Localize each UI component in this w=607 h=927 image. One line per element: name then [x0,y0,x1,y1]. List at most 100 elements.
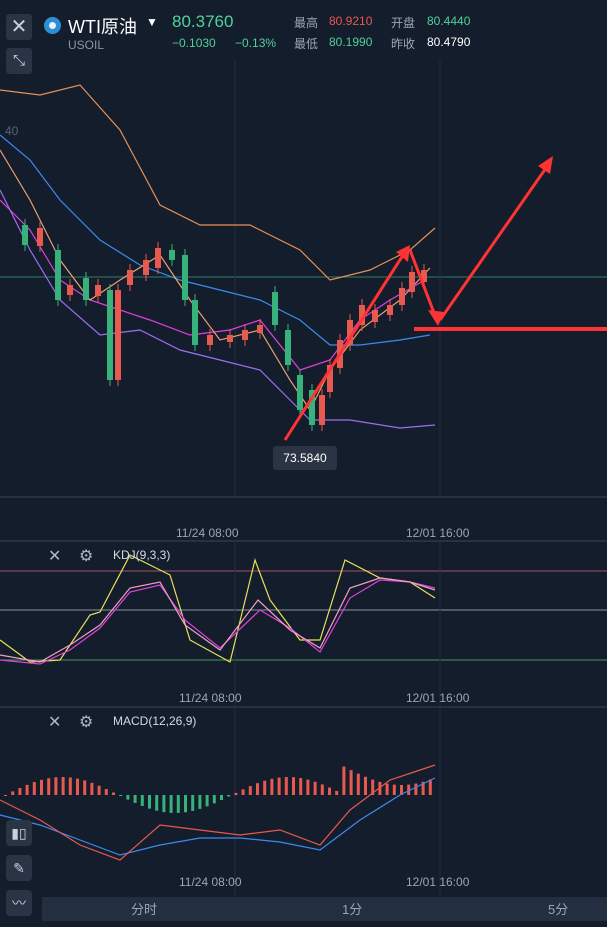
macd-bar [148,795,151,809]
candle [387,305,393,315]
timeframe-bar [42,897,607,921]
macd-bar [277,777,281,795]
macd-dif-line [0,777,436,856]
macd-bar [328,787,331,795]
prev-close-value: 80.4790 [427,35,471,49]
candle [67,285,73,295]
macd-bar [162,795,166,813]
macd-bar [256,783,259,795]
macd-bar [320,784,324,795]
macd-bar [356,773,360,795]
macd-bar [198,795,202,809]
gear-icon[interactable]: ⚙ [79,712,93,732]
macd-bar [133,795,137,803]
x-label-kdj-2: 12/01 16:00 [406,691,470,705]
candle [143,260,149,275]
macd-bar [76,778,79,795]
macd-bar [299,778,303,795]
macd-bar [205,795,209,807]
macd-bar [4,795,7,796]
macd-bar [119,795,123,797]
macd-bar [32,782,36,795]
symbol-name[interactable]: WTI原油 [68,13,137,39]
macd-bar [263,780,267,795]
macd-bar [47,778,51,795]
low-label: 最低 [294,37,319,51]
price-axis-label: 40 [5,124,19,138]
high-label: 最高 [294,16,319,30]
macd-bar [61,777,65,795]
macd-bar [414,783,418,795]
candle [115,290,121,380]
candlestick-tool-icon[interactable]: ▮▯ [6,820,32,846]
macd-bar [68,777,72,795]
macd-bar [234,792,238,795]
macd-bar [392,784,396,795]
macd-bar [140,795,144,807]
chevron-down-icon[interactable]: ▼ [146,15,158,29]
arrow-line [283,251,407,441]
macd-bar [169,795,173,813]
header: ✕ ⤡ WTI原油 ▼ USOIL 80.3760 −0.1030 −0.13%… [0,0,607,74]
candle [192,300,198,345]
symbol-code: USOIL [68,38,105,52]
macd-bar [335,790,339,795]
candle [285,330,291,365]
candle [399,288,405,305]
macd-bar [428,779,432,795]
macd-bar [83,780,87,795]
macd-bar [90,782,94,795]
candle [83,278,89,300]
macd-bar [126,795,130,800]
x-label-kdj-1: 11/24 08:00 [179,691,242,705]
candle [372,310,378,322]
x-label-macd-2: 12/01 16:00 [406,875,470,889]
pencil-icon[interactable]: ✎ [6,855,32,881]
arrow-line [438,167,548,321]
kdj-k-line [0,577,436,663]
tab-timeshare[interactable]: 分时 [131,899,157,918]
candle [127,270,133,285]
candle [297,375,303,410]
macd-bar [270,778,274,795]
last-price: 80.3760 [172,12,234,31]
ma-line-4 [0,149,431,412]
macd-bar [11,791,15,795]
candle [319,395,325,425]
candle [22,225,28,245]
candle [107,290,113,380]
macd-bar [25,784,29,795]
collapse-icon[interactable]: ⤡ [6,48,32,74]
macd-bar [212,795,216,804]
x-label-macd-1: 11/24 08:00 [179,875,242,889]
indicator-tool-icon[interactable]: 〰 [6,890,32,916]
close-icon[interactable]: ✕ [48,546,61,566]
candle [242,330,248,340]
macd-bar [292,777,295,795]
macd-bar [176,795,180,813]
macd-bar [342,766,346,795]
prev-close-label: 昨收 [391,37,416,51]
kdj-title: KDJ(9,3,3) [113,548,171,562]
macd-bar [306,779,310,795]
close-button[interactable]: ✕ [6,14,32,40]
candle [257,325,263,333]
candle [272,292,278,325]
candle [37,228,43,246]
gear-icon[interactable]: ⚙ [79,546,93,566]
close-icon[interactable]: ✕ [48,712,61,732]
macd-bar [40,779,43,795]
tab-1min[interactable]: 1分 [342,899,362,918]
open-label: 开盘 [391,16,416,30]
candle [55,250,61,300]
macd-bar [104,788,108,795]
macd-bar [97,785,101,795]
macd-bar [112,792,115,795]
macd-bar [284,777,288,795]
open-value: 80.4440 [427,14,471,28]
macd-bar [191,795,195,811]
candle [227,335,233,342]
macd-dea-line [0,764,436,861]
macd-bar [184,795,187,813]
tab-5min[interactable]: 5分 [548,899,568,918]
